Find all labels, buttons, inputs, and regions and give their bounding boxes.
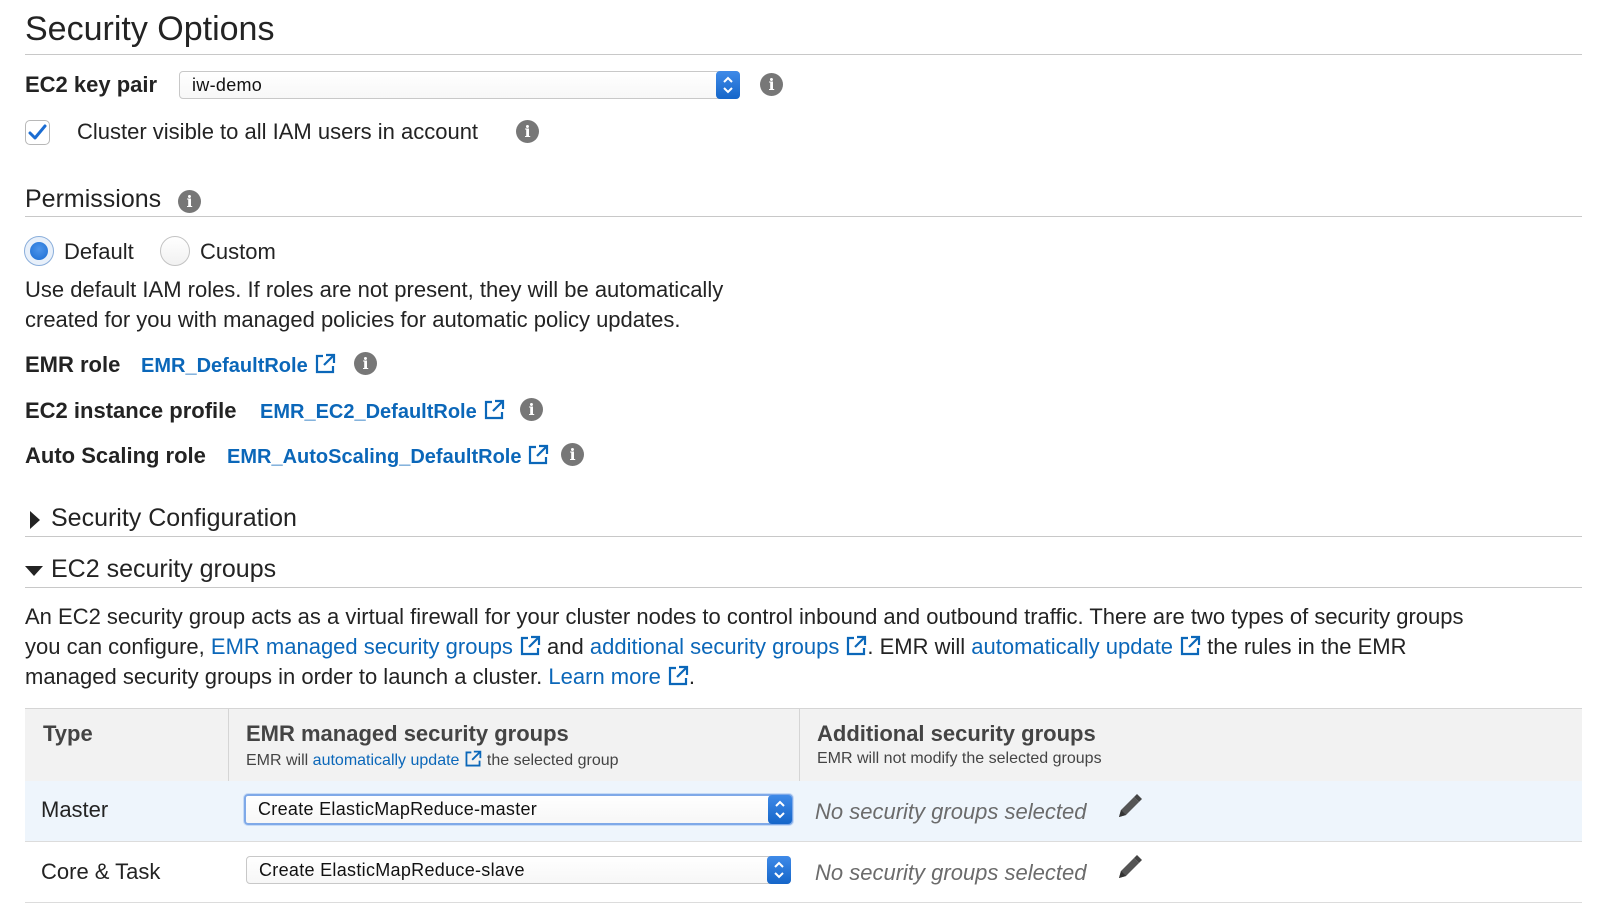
managed-security-group-value: Create ElasticMapReduce-slave [259,860,525,880]
learn-more-link[interactable]: Learn more [548,664,661,689]
section-divider [25,587,1582,588]
column-header-managed: EMR managed security groups [246,721,569,746]
managed-security-group-select[interactable]: Create ElasticMapReduce-slave [246,856,791,884]
cluster-visible-label: Cluster visible to all IAM users in acco… [77,119,479,144]
ec2-security-groups-heading: EC2 security groups [51,555,277,583]
ec2-instance-profile-label: EC2 instance profile [25,398,237,423]
additional-security-groups-link[interactable]: additional security groups [590,634,839,659]
column-divider [228,709,229,781]
info-icon[interactable]: i [760,73,783,96]
radio-default[interactable] [24,236,54,266]
external-link-icon [668,665,689,686]
column-header-type: Type [43,721,93,746]
row-type: Master [41,797,109,822]
section-divider [25,536,1582,537]
table-row-core-task[interactable]: Core & Task Create ElasticMapReduce-slav… [25,842,1582,903]
external-link-icon [847,635,867,656]
managed-security-group-value: Create ElasticMapReduce-master [258,799,538,819]
info-icon[interactable]: i [516,120,539,143]
column-header-additional: Additional security groups [817,721,1096,746]
pencil-icon[interactable] [1115,793,1143,821]
table-header: Type EMR managed security groups EMR wil… [25,708,1582,782]
external-link-icon [529,444,549,465]
radio-custom-label: Custom [200,239,276,264]
additional-groups-placeholder: No security groups selected [815,860,1087,885]
security-configuration-heading: Security Configuration [51,504,297,532]
key-pair-value: iw-demo [192,75,263,95]
permissions-heading: Permissions [25,185,162,213]
external-link-icon [465,750,482,767]
external-link-icon [1180,635,1201,656]
external-link-icon [484,399,504,420]
select-stepper-icon [768,795,792,824]
managed-security-group-select[interactable]: Create ElasticMapReduce-master [244,794,793,825]
auto-scaling-role-label: Auto Scaling role [25,443,206,468]
external-link-icon [315,353,335,374]
column-subheader-managed: EMR will automatically update the select… [246,750,619,769]
external-link-icon [520,635,541,656]
automatically-update-link[interactable]: automatically update [313,752,460,769]
section-divider [25,54,1582,55]
caret-down-icon [25,566,43,576]
emr-role-label: EMR role [25,352,121,377]
column-divider [799,709,800,781]
checkmark-icon [28,124,47,140]
ec2-security-groups-toggle[interactable]: EC2 security groups [25,551,625,591]
info-icon[interactable]: i [520,398,543,421]
key-pair-label: EC2 key pair [25,72,158,97]
permissions-description: created for you with managed policies fo… [25,307,681,332]
select-stepper-icon [767,856,791,884]
section-divider [25,216,1582,217]
column-subheader-additional: EMR will not modify the selected groups [817,750,1102,767]
emr-managed-security-groups-link[interactable]: EMR managed security groups [211,634,513,659]
radio-custom[interactable] [160,236,190,266]
ec2-instance-profile-link[interactable]: EMR_EC2_DefaultRole [260,399,505,424]
emr-role-link[interactable]: EMR_DefaultRole [141,353,336,378]
table-row-master[interactable]: Master Create ElasticMapReduce-master No… [25,781,1582,842]
security-configuration-toggle[interactable]: Security Configuration [25,500,625,540]
radio-default-label: Default [64,239,134,264]
select-stepper-icon [716,71,740,99]
key-pair-select[interactable]: iw-demo [179,71,740,99]
pencil-icon[interactable] [1115,854,1143,882]
row-type: Core & Task [41,859,161,884]
caret-right-icon [30,511,40,529]
automatically-update-link[interactable]: automatically update [971,634,1173,659]
additional-groups-placeholder: No security groups selected [815,799,1087,824]
security-groups-description: An EC2 security group acts as a virtual … [25,604,1464,689]
cluster-visible-checkbox[interactable] [25,120,50,145]
page-title: Security Options [25,10,275,48]
info-icon[interactable]: i [561,443,584,466]
permissions-description: Use default IAM roles. If roles are not … [25,277,724,302]
info-icon[interactable]: i [178,190,201,213]
info-icon[interactable]: i [354,352,377,375]
auto-scaling-role-link[interactable]: EMR_AutoScaling_DefaultRole [227,444,549,469]
